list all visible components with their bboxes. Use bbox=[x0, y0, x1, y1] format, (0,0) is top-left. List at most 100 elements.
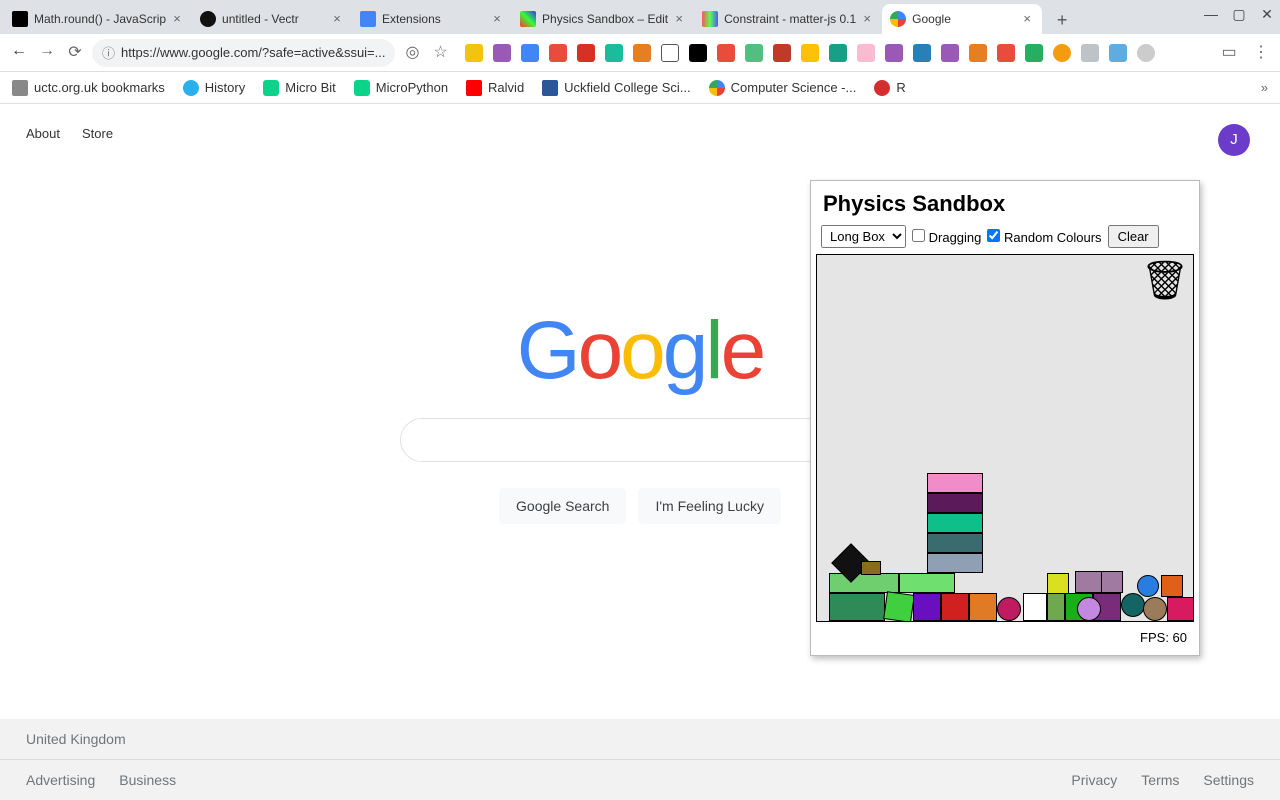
ext-icon[interactable] bbox=[745, 44, 763, 62]
ext-icon[interactable] bbox=[689, 44, 707, 62]
bookmark-r[interactable]: R bbox=[874, 80, 905, 96]
minimize-icon[interactable]: — bbox=[1202, 6, 1220, 24]
star-icon[interactable]: ☆ bbox=[429, 42, 451, 64]
sandbox-canvas[interactable]: 🗑 bbox=[816, 254, 1194, 622]
ext-icon[interactable] bbox=[661, 44, 679, 62]
physics-shape[interactable] bbox=[913, 593, 941, 621]
physics-shape[interactable] bbox=[927, 493, 983, 513]
ext-icon[interactable] bbox=[1081, 44, 1099, 62]
ext-icon[interactable] bbox=[549, 44, 567, 62]
cast-icon[interactable]: ▭ bbox=[1218, 42, 1240, 64]
physics-shape[interactable] bbox=[969, 593, 997, 621]
ext-icon[interactable] bbox=[913, 44, 931, 62]
menu-icon[interactable]: ⋮ bbox=[1250, 42, 1272, 64]
about-link[interactable]: About bbox=[26, 126, 60, 141]
google-search-button[interactable]: Google Search bbox=[499, 488, 626, 524]
tab-math-round[interactable]: Math.round() - JavaScrip× bbox=[4, 4, 192, 34]
ext-icon[interactable] bbox=[521, 44, 539, 62]
tab-physics-sandbox[interactable]: Physics Sandbox – Edit× bbox=[512, 4, 694, 34]
physics-shape[interactable] bbox=[941, 593, 969, 621]
physics-shape[interactable] bbox=[997, 597, 1021, 621]
ext-icon[interactable] bbox=[633, 44, 651, 62]
ext-icon[interactable] bbox=[941, 44, 959, 62]
tab-matterjs[interactable]: Constraint - matter-js 0.1× bbox=[694, 4, 882, 34]
back-button[interactable]: ← bbox=[8, 42, 30, 64]
random-colours-checkbox[interactable] bbox=[987, 229, 1000, 242]
physics-shape[interactable] bbox=[1077, 597, 1101, 621]
reload-button[interactable]: ⟳ bbox=[64, 42, 86, 64]
address-bar[interactable]: ⓘ https://www.google.com/?safe=active&ss… bbox=[92, 39, 395, 67]
bookmarks-overflow-icon[interactable]: » bbox=[1261, 80, 1268, 95]
physics-shape[interactable] bbox=[829, 573, 899, 593]
new-tab-button[interactable]: + bbox=[1048, 6, 1076, 34]
physics-shape[interactable] bbox=[1075, 571, 1103, 593]
physics-shape[interactable] bbox=[1047, 593, 1065, 621]
ext-icon[interactable] bbox=[1053, 44, 1071, 62]
ext-icon[interactable] bbox=[465, 44, 483, 62]
avatar[interactable]: J bbox=[1218, 124, 1250, 156]
ext-icon[interactable] bbox=[605, 44, 623, 62]
tab-extensions[interactable]: Extensions× bbox=[352, 4, 512, 34]
ext-icon[interactable] bbox=[717, 44, 735, 62]
random-colours-label[interactable]: Random Colours bbox=[987, 229, 1101, 245]
shape-select[interactable]: Long Box bbox=[821, 225, 906, 248]
close-icon[interactable]: × bbox=[330, 12, 344, 26]
physics-shape[interactable] bbox=[899, 573, 955, 593]
footer-business[interactable]: Business bbox=[119, 772, 176, 788]
dragging-label[interactable]: Dragging bbox=[912, 229, 981, 245]
ext-icon[interactable] bbox=[1109, 44, 1127, 62]
close-icon[interactable]: × bbox=[672, 12, 686, 26]
ext-icon[interactable] bbox=[773, 44, 791, 62]
bookmark-history[interactable]: History bbox=[183, 80, 245, 96]
bookmark-ralvid[interactable]: Ralvid bbox=[466, 80, 524, 96]
close-icon[interactable]: × bbox=[490, 12, 504, 26]
ext-icon[interactable] bbox=[997, 44, 1015, 62]
physics-shape[interactable] bbox=[927, 473, 983, 493]
physics-shape[interactable] bbox=[927, 533, 983, 553]
dragging-checkbox[interactable] bbox=[912, 229, 925, 242]
bookmark-micropython[interactable]: MicroPython bbox=[354, 80, 448, 96]
maximize-icon[interactable]: ▢ bbox=[1230, 6, 1248, 24]
search-box[interactable] bbox=[400, 418, 880, 462]
physics-shape[interactable] bbox=[1137, 575, 1159, 597]
tab-vectr[interactable]: untitled - Vectr× bbox=[192, 4, 352, 34]
physics-shape[interactable] bbox=[1143, 597, 1167, 621]
physics-shape[interactable] bbox=[1101, 571, 1123, 593]
ext-icon[interactable] bbox=[969, 44, 987, 62]
physics-shape[interactable] bbox=[1121, 593, 1145, 617]
ext-icon[interactable] bbox=[493, 44, 511, 62]
bookmark-microbit[interactable]: Micro Bit bbox=[263, 80, 336, 96]
bookmark-cs[interactable]: Computer Science -... bbox=[709, 80, 857, 96]
footer-settings[interactable]: Settings bbox=[1203, 772, 1254, 788]
physics-shape[interactable] bbox=[883, 591, 915, 622]
close-icon[interactable]: × bbox=[860, 12, 874, 26]
ext-icon[interactable] bbox=[885, 44, 903, 62]
physics-shape[interactable] bbox=[1047, 573, 1069, 595]
footer-privacy[interactable]: Privacy bbox=[1071, 772, 1117, 788]
physics-shape[interactable] bbox=[1161, 575, 1183, 597]
forward-button[interactable]: → bbox=[36, 42, 58, 64]
close-window-icon[interactable]: ✕ bbox=[1258, 6, 1276, 24]
ext-icon[interactable] bbox=[577, 44, 595, 62]
ext-icon-active[interactable] bbox=[1137, 44, 1155, 62]
physics-shape[interactable] bbox=[1023, 593, 1047, 621]
physics-shape[interactable] bbox=[927, 553, 983, 573]
target-icon[interactable]: ◎ bbox=[401, 42, 423, 64]
trash-icon[interactable]: 🗑 bbox=[1141, 259, 1189, 303]
footer-advertising[interactable]: Advertising bbox=[26, 772, 95, 788]
store-link[interactable]: Store bbox=[82, 126, 113, 141]
ext-icon[interactable] bbox=[1025, 44, 1043, 62]
clear-button[interactable]: Clear bbox=[1108, 225, 1159, 248]
bookmark-uckfield[interactable]: Uckfield College Sci... bbox=[542, 80, 690, 96]
footer-terms[interactable]: Terms bbox=[1141, 772, 1179, 788]
feeling-lucky-button[interactable]: I'm Feeling Lucky bbox=[638, 488, 781, 524]
site-info-icon[interactable]: ⓘ bbox=[102, 43, 115, 62]
tab-google[interactable]: Google× bbox=[882, 4, 1042, 34]
close-icon[interactable]: × bbox=[170, 12, 184, 26]
physics-shape[interactable] bbox=[861, 561, 881, 575]
close-icon[interactable]: × bbox=[1020, 12, 1034, 26]
physics-shape[interactable] bbox=[927, 513, 983, 533]
bookmark-folder[interactable]: uctc.org.uk bookmarks bbox=[12, 80, 165, 96]
ext-icon[interactable] bbox=[829, 44, 847, 62]
physics-shape[interactable] bbox=[1167, 597, 1194, 621]
